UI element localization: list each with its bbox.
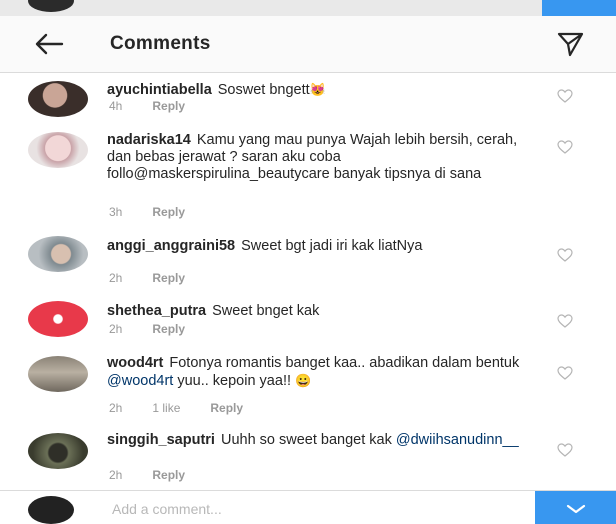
comment-time: 3h: [109, 205, 123, 219]
heart-icon[interactable]: [557, 140, 573, 154]
status-avatar: [28, 0, 74, 12]
comment-username[interactable]: ayuchintiabella: [107, 82, 212, 98]
header: Comments: [0, 16, 616, 73]
avatar[interactable]: [28, 236, 88, 272]
reply-button[interactable]: Reply: [152, 271, 185, 285]
reply-button[interactable]: Reply: [152, 99, 185, 113]
comment-time: 2h: [109, 322, 123, 336]
heart-icon[interactable]: [557, 443, 573, 457]
avatar[interactable]: [28, 356, 88, 392]
comment-time: 2h: [109, 468, 123, 482]
comment-username[interactable]: wood4rt: [107, 355, 163, 371]
mention-link[interactable]: @wood4rt: [107, 373, 173, 389]
comment-time: 2h: [109, 401, 123, 415]
reply-button[interactable]: Reply: [152, 322, 185, 336]
heart-icon[interactable]: [557, 366, 573, 380]
mention-link[interactable]: @dwiihsanudinn__: [396, 432, 519, 448]
comment-input[interactable]: [110, 495, 514, 523]
check-icon: [566, 504, 585, 513]
avatar[interactable]: [28, 433, 88, 469]
comment-time: 2h: [109, 271, 123, 285]
status-accent: [542, 0, 616, 16]
comment-username[interactable]: singgih_saputri: [107, 432, 215, 448]
avatar[interactable]: [28, 301, 88, 337]
comment-username[interactable]: shethea_putra: [107, 303, 206, 319]
reply-button[interactable]: Reply: [152, 205, 185, 219]
page-title: Comments: [110, 33, 211, 54]
comment-username[interactable]: anggi_anggraini58: [107, 238, 235, 254]
post-button[interactable]: [535, 491, 616, 524]
comment-text: Fotonya romantis banget kaa.. abadikan d…: [169, 355, 520, 371]
comment-time: 4h: [109, 99, 123, 113]
comment-text: Sweet bgt jadi iri kak liatNya: [241, 238, 423, 254]
heart-icon[interactable]: [557, 89, 573, 103]
avatar: [28, 496, 74, 524]
comment-text: Soswet bngett: [217, 82, 310, 98]
avatar[interactable]: [28, 81, 88, 117]
reply-button[interactable]: Reply: [152, 468, 185, 482]
comment-username[interactable]: nadariska14: [107, 132, 191, 148]
reply-button[interactable]: Reply: [210, 401, 243, 415]
comment-text-after: yuu.. kepoin yaa!!: [173, 373, 291, 389]
paper-plane-icon[interactable]: [556, 30, 584, 58]
comment-text: Uuhh so sweet banget kak: [220, 432, 396, 448]
like-count[interactable]: 1 like: [152, 401, 180, 415]
avatar[interactable]: [28, 132, 88, 168]
heart-icon[interactable]: [557, 314, 573, 328]
heart-icon[interactable]: [557, 248, 573, 262]
status-bar: [0, 0, 616, 16]
comment-composer: [0, 490, 616, 524]
grinning-emoji-icon: 😀: [295, 373, 312, 388]
comment-text: Sweet bnget kak: [212, 303, 320, 319]
arrow-left-icon[interactable]: [34, 32, 64, 56]
cat-emoji-icon: 😻: [309, 82, 326, 97]
